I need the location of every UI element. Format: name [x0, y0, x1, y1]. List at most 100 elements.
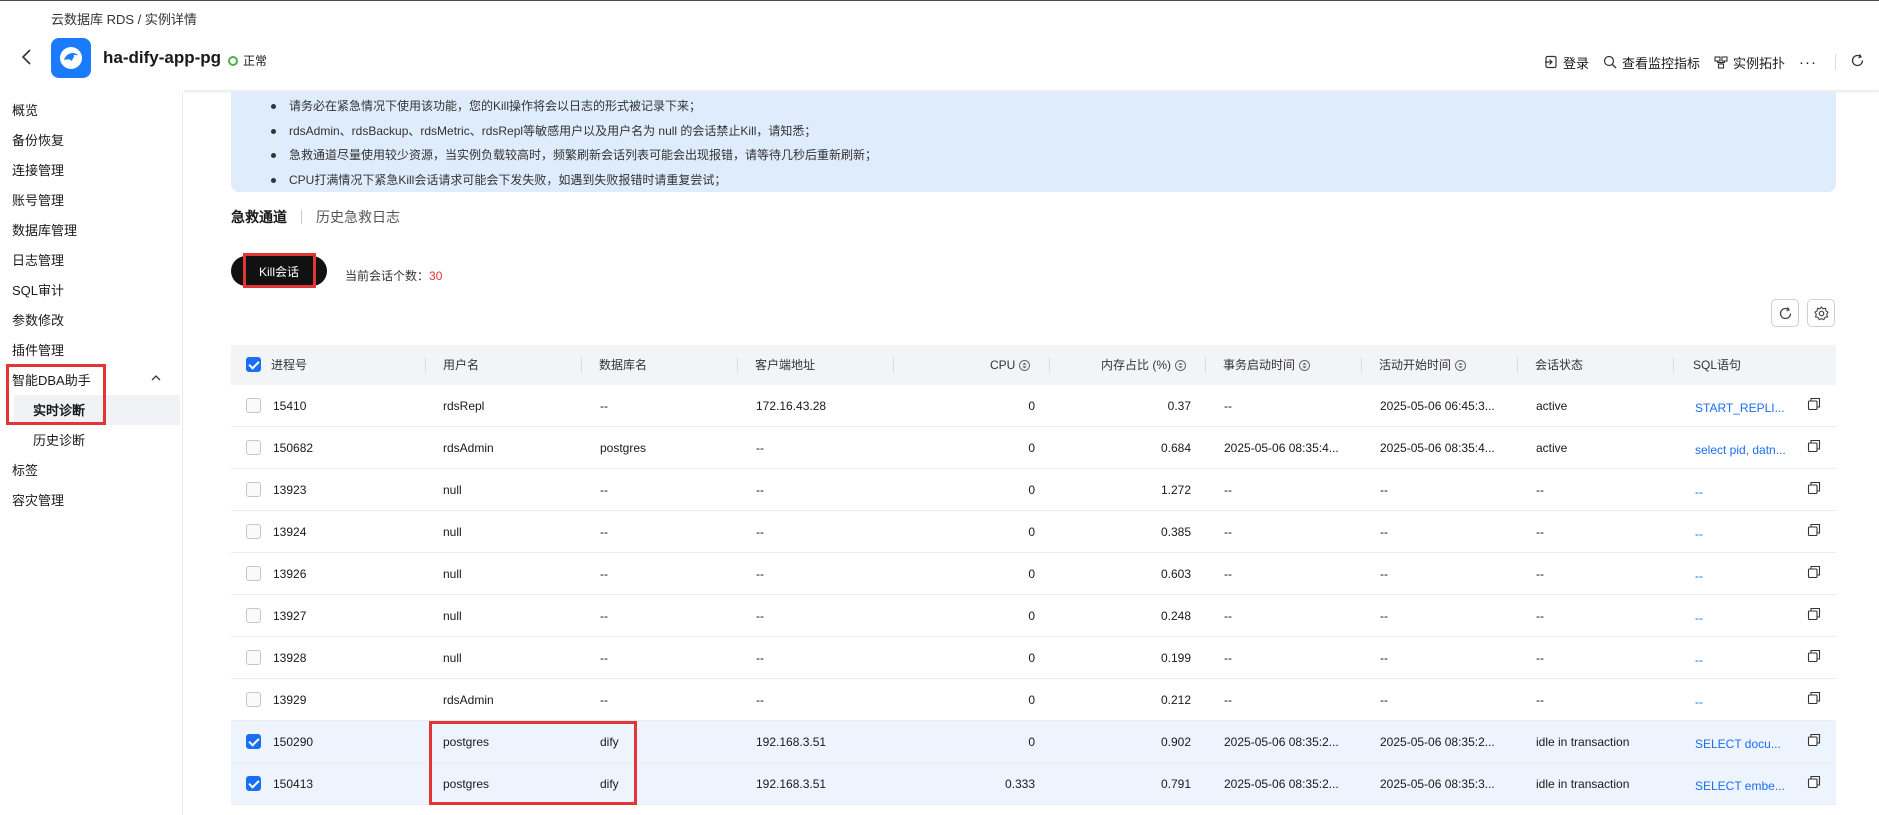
- copy-icon[interactable]: [1807, 565, 1821, 579]
- table-row[interactable]: 13923 null -- -- 0 1.272 -- -- -- --: [231, 469, 1836, 511]
- cell-act-start: 2025-05-06 08:35:3...: [1380, 777, 1495, 791]
- sidebar-item-backup[interactable]: 备份恢复: [12, 130, 64, 149]
- sidebar-item-dba-assistant[interactable]: 智能DBA助手: [12, 370, 91, 389]
- row-checkbox[interactable]: [246, 440, 261, 455]
- copy-icon[interactable]: [1807, 607, 1821, 621]
- tab-rescue-channel[interactable]: 急救通道: [231, 207, 287, 227]
- cell-client: --: [756, 567, 764, 581]
- copy-icon[interactable]: [1807, 397, 1821, 411]
- cell-sql[interactable]: --: [1695, 639, 1800, 681]
- table-row[interactable]: 13928 null -- -- 0 0.199 -- -- -- --: [231, 637, 1836, 679]
- cell-state: --: [1536, 525, 1544, 539]
- sidebar-item-realtime-diagnosis[interactable]: 实时诊断: [33, 400, 85, 419]
- table-row[interactable]: 13929 rdsAdmin -- -- 0 0.212 -- -- -- --: [231, 679, 1836, 721]
- login-button[interactable]: 登录: [1544, 53, 1589, 72]
- refresh-table-button[interactable]: [1771, 299, 1799, 327]
- select-all-checkbox[interactable]: [246, 357, 261, 372]
- header-label: 进程号: [271, 358, 308, 372]
- cell-sql[interactable]: select pid, datn...: [1695, 429, 1800, 471]
- table-row[interactable]: 13927 null -- -- 0 0.248 -- -- -- --: [231, 595, 1836, 637]
- back-icon[interactable]: [17, 46, 37, 68]
- cell-mem: 0.248: [1160, 609, 1191, 623]
- header-act-start[interactable]: 活动开始时间: [1379, 345, 1467, 385]
- sidebar-item-plugins[interactable]: 插件管理: [12, 340, 64, 359]
- cell-sql[interactable]: --: [1695, 597, 1800, 639]
- refresh-icon[interactable]: [1850, 53, 1865, 71]
- header-cpu[interactable]: CPU: [990, 345, 1031, 385]
- copy-icon[interactable]: [1807, 523, 1821, 537]
- table-row[interactable]: 13924 null -- -- 0 0.385 -- -- -- --: [231, 511, 1836, 553]
- cell-cpu: 0: [1028, 483, 1035, 497]
- table-row[interactable]: 150290 postgres dify 192.168.3.51 0 0.902 2025…: [231, 721, 1836, 763]
- row-checkbox[interactable]: [246, 776, 261, 791]
- cell-txn-start: --: [1224, 693, 1232, 707]
- cell-sql[interactable]: --: [1695, 555, 1800, 597]
- header-mem[interactable]: 内存占比 (%): [1101, 345, 1186, 385]
- copy-icon[interactable]: [1807, 649, 1821, 663]
- sidebar-item-params[interactable]: 参数修改: [12, 310, 64, 329]
- breadcrumb[interactable]: 云数据库 RDS / 实例详情: [51, 9, 197, 28]
- cell-pid: 13927: [273, 609, 307, 623]
- cell-sql[interactable]: --: [1695, 513, 1800, 555]
- row-checkbox[interactable]: [246, 566, 261, 581]
- row-checkbox[interactable]: [246, 650, 261, 665]
- copy-icon[interactable]: [1807, 439, 1821, 453]
- cell-sql[interactable]: --: [1695, 471, 1800, 513]
- sidebar-item-overview[interactable]: 概览: [12, 100, 38, 119]
- cell-state: --: [1536, 651, 1544, 665]
- cell-txn-start: --: [1224, 525, 1232, 539]
- chevron-up-icon[interactable]: [150, 372, 162, 384]
- header-txn-start[interactable]: 事务启动时间: [1223, 345, 1311, 385]
- table-row[interactable]: 150682 rdsAdmin postgres -- 0 0.684 2025-05-06…: [231, 427, 1836, 469]
- monitor-label: 查看监控指标: [1621, 55, 1700, 71]
- cell-client: --: [756, 651, 764, 665]
- cell-txn-start: 2025-05-06 08:35:2...: [1224, 777, 1339, 791]
- cell-pid: 150413: [273, 777, 314, 791]
- notice-banner: 请务必在紧急情况下使用该功能，您的Kill操作将会以日志的形式被记录下来； rd…: [231, 92, 1836, 192]
- settings-icon: [1813, 305, 1829, 320]
- login-icon: [1544, 55, 1557, 69]
- sidebar-item-sql-audit[interactable]: SQL审计: [12, 280, 64, 299]
- row-checkbox[interactable]: [246, 482, 261, 497]
- copy-icon[interactable]: [1807, 775, 1821, 789]
- table-row[interactable]: 150413 postgres dify 192.168.3.51 0.333 0.791…: [231, 763, 1836, 805]
- row-checkbox[interactable]: [246, 524, 261, 539]
- sidebar-item-databases[interactable]: 数据库管理: [12, 220, 77, 239]
- sidebar-item-logs[interactable]: 日志管理: [12, 250, 64, 269]
- sort-icon: [1299, 359, 1311, 371]
- sidebar-item-accounts[interactable]: 账号管理: [12, 190, 64, 209]
- row-checkbox[interactable]: [246, 398, 261, 413]
- instance-name: ha-dify-app-pg: [103, 48, 222, 67]
- topology-button[interactable]: 实例拓扑: [1714, 53, 1785, 72]
- more-button[interactable]: ···: [1799, 54, 1817, 71]
- cell-db: --: [600, 693, 608, 707]
- cell-state: idle in transaction: [1536, 777, 1630, 791]
- row-checkbox[interactable]: [246, 734, 261, 749]
- kill-session-button[interactable]: Kill会话: [231, 256, 327, 286]
- monitor-button[interactable]: 查看监控指标: [1603, 53, 1700, 72]
- copy-icon[interactable]: [1807, 733, 1821, 747]
- cell-sql[interactable]: --: [1695, 681, 1800, 723]
- cell-sql[interactable]: SELECT docu...: [1695, 723, 1800, 765]
- row-checkbox[interactable]: [246, 692, 261, 707]
- cell-sql[interactable]: START_REPLI...: [1695, 387, 1800, 429]
- header-pid: 进程号: [271, 345, 307, 385]
- cell-state: --: [1536, 693, 1544, 707]
- table-row[interactable]: 13926 null -- -- 0 0.603 -- -- -- --: [231, 553, 1836, 595]
- table-row[interactable]: 15410 rdsRepl -- 172.16.43.28 0 0.37 -- 2025-05…: [231, 385, 1836, 427]
- cell-client: --: [756, 441, 764, 455]
- table-settings-button[interactable]: [1807, 299, 1835, 327]
- sidebar-item-disaster-recovery[interactable]: 容灾管理: [12, 490, 64, 509]
- sidebar-item-tags[interactable]: 标签: [12, 460, 38, 479]
- sidebar-item-history-diagnosis[interactable]: 历史诊断: [33, 430, 85, 449]
- tab-history-log[interactable]: 历史急救日志: [316, 207, 400, 227]
- row-checkbox[interactable]: [246, 608, 261, 623]
- refresh-icon: [1779, 306, 1791, 319]
- copy-icon[interactable]: [1807, 481, 1821, 495]
- header-state: 会话状态: [1535, 345, 1583, 385]
- copy-icon[interactable]: [1807, 691, 1821, 705]
- sidebar-item-connection[interactable]: 连接管理: [12, 160, 64, 179]
- cell-client: 192.168.3.51: [756, 735, 827, 749]
- cell-sql[interactable]: SELECT embe...: [1695, 765, 1800, 807]
- col-divider: [1361, 357, 1362, 373]
